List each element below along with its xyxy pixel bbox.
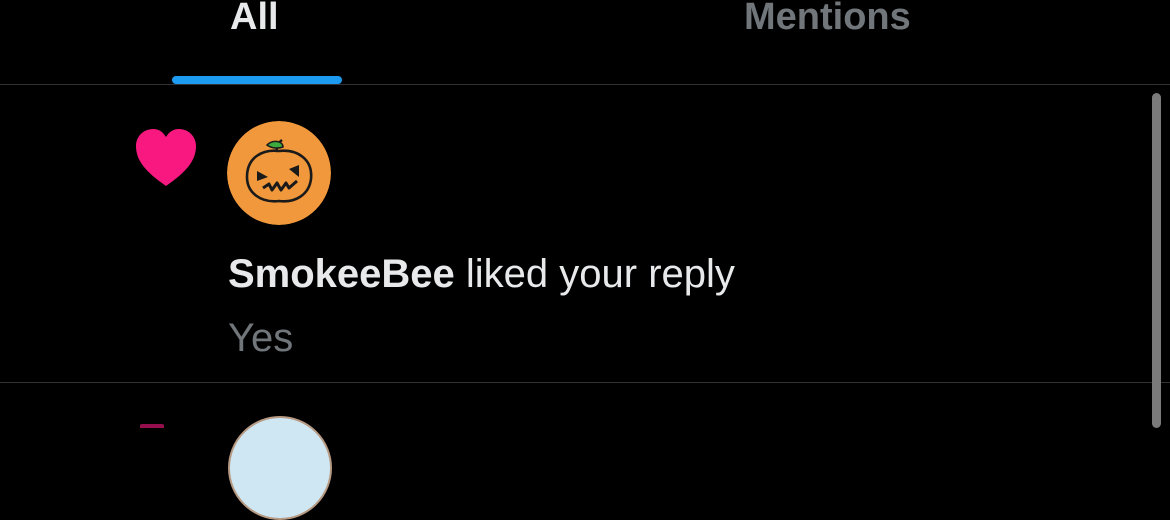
notification-action: liked your reply: [454, 252, 735, 296]
tab-all[interactable]: All: [172, 0, 342, 84]
tab-mentions-label: Mentions: [744, 0, 911, 38]
pumpkin-avatar-icon: [227, 121, 331, 225]
notification-item-next[interactable]: [0, 383, 1170, 428]
next-heart-icon: [140, 424, 164, 428]
scrollbar[interactable]: [1152, 93, 1161, 428]
notification-snippet: Yes: [228, 316, 294, 360]
avatar[interactable]: [227, 121, 331, 225]
tab-mentions[interactable]: Mentions: [700, 0, 990, 84]
next-avatar[interactable]: [228, 416, 332, 520]
notification-tabs: All Mentions: [0, 0, 1170, 85]
tab-all-label: All: [230, 0, 279, 38]
notification-username[interactable]: SmokeeBee: [228, 252, 455, 296]
heart-icon: [136, 129, 196, 186]
active-tab-indicator: [172, 76, 342, 84]
notification-text: SmokeeBee liked your reply: [228, 252, 735, 297]
